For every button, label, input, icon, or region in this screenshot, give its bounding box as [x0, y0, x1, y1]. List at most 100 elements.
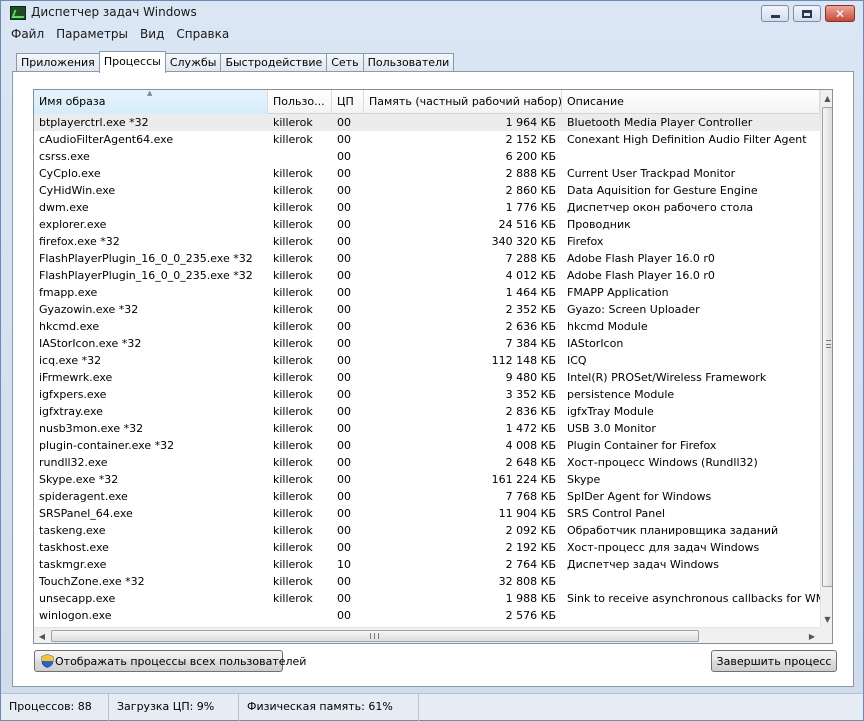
process-description	[562, 607, 820, 624]
table-row[interactable]: FlashPlayerPlugin_16_0_0_235.exe *32 kill…	[34, 267, 820, 284]
maximize-button[interactable]	[793, 5, 821, 22]
process-user: killerok	[273, 575, 313, 588]
process-image-name: FlashPlayerPlugin_16_0_0_235.exe *32	[39, 252, 253, 265]
table-row[interactable]: firefox.exe *32 killerok 00 340 320 КБ Firef…	[34, 233, 820, 250]
process-user: killerok	[273, 337, 313, 350]
process-description: SRS Control Panel	[567, 507, 666, 520]
process-image-name: explorer.exe	[39, 218, 107, 231]
process-cpu: 00	[337, 133, 351, 146]
tab-networking[interactable]: Сеть	[326, 53, 364, 72]
process-list[interactable]: ▲ Имя образа Пользо... ЦП Память (частны…	[33, 89, 833, 644]
show-all-users-button[interactable]: Отображать процессы всех пользователей	[34, 650, 306, 672]
process-image-name: cAudioFilterAgent64.exe	[39, 133, 174, 146]
column-memory[interactable]: Память (частный рабочий набор)	[364, 90, 562, 114]
process-user: killerok	[273, 541, 313, 554]
table-row[interactable]: plugin-container.exe *32 killerok 00 4 008 …	[34, 437, 820, 454]
process-cpu: 00	[337, 456, 351, 469]
table-row[interactable]: CyCpIo.exe killerok 00 2 888 КБ Current User…	[34, 165, 820, 182]
table-row[interactable]: Skype.exe *32 killerok 00 161 224 КБ Skype	[34, 471, 820, 488]
table-row[interactable]: rundll32.exe killerok 00 2 648 КБ Хост-проце…	[34, 454, 820, 471]
process-description: Intel(R) PROSet/Wireless Framework	[567, 371, 767, 384]
scroll-up-arrow-icon[interactable]: ▲	[821, 90, 832, 106]
process-memory: 2 648 КБ	[505, 456, 556, 469]
horizontal-scroll-thumb[interactable]	[51, 630, 699, 642]
process-description: Data Aquisition for Gesture Engine	[567, 184, 758, 197]
table-row[interactable]: winlogon.exe 00 2 576 КБ	[34, 607, 820, 624]
process-cpu: 00	[337, 201, 351, 214]
grip-icon	[826, 340, 831, 348]
tab-strip: Приложения Процессы Службы Быстродействи…	[16, 51, 455, 73]
process-cpu: 00	[337, 609, 351, 622]
tab-applications[interactable]: Приложения	[16, 53, 100, 72]
scroll-down-arrow-icon[interactable]: ▼	[821, 611, 832, 627]
table-row[interactable]: igfxtray.exe killerok 00 2 836 КБ igfxTray M…	[34, 403, 820, 420]
table-row[interactable]: taskeng.exe killerok 00 2 092 КБ Обработчик …	[34, 522, 820, 539]
column-image-name[interactable]: ▲ Имя образа	[34, 90, 268, 114]
scroll-left-arrow-icon[interactable]: ◀	[34, 628, 50, 643]
process-user: killerok	[273, 303, 313, 316]
tab-users[interactable]: Пользователи	[362, 53, 455, 72]
process-image-name: igfxtray.exe	[39, 405, 103, 418]
process-image-name: taskmgr.exe	[39, 558, 107, 571]
table-row[interactable]: icq.exe *32 killerok 00 112 148 КБ ICQ	[34, 352, 820, 369]
process-user: killerok	[273, 473, 313, 486]
process-image-name: rundll32.exe	[39, 456, 108, 469]
table-row[interactable]: explorer.exe killerok 00 24 516 КБ Проводник	[34, 216, 820, 233]
scroll-right-arrow-icon[interactable]: ▶	[804, 628, 820, 643]
table-row[interactable]: igfxpers.exe killerok 00 3 352 КБ persistenc…	[34, 386, 820, 403]
column-description[interactable]: Описание	[562, 90, 820, 114]
table-row[interactable]: iFrmewrk.exe killerok 00 9 480 КБ Intel(R) P…	[34, 369, 820, 386]
table-row[interactable]: taskmgr.exe killerok 10 2 764 КБ Диспетчер з…	[34, 556, 820, 573]
minimize-button[interactable]	[761, 5, 789, 22]
table-row[interactable]: spideragent.exe killerok 00 7 768 КБ SpIDer …	[34, 488, 820, 505]
menu-view[interactable]: Вид	[134, 26, 170, 44]
table-row[interactable]: btplayerctrl.exe *32 killerok 00 1 964 КБ Bl…	[34, 114, 820, 131]
process-description: Обработчик планировщика заданий	[567, 524, 779, 537]
tab-services[interactable]: Службы	[164, 53, 222, 72]
table-row[interactable]: taskhost.exe killerok 00 2 192 КБ Хост-проце…	[34, 539, 820, 556]
process-memory: 2 764 КБ	[505, 558, 556, 571]
column-user[interactable]: Пользо...	[268, 90, 332, 114]
horizontal-scrollbar[interactable]: ◀ ▶	[34, 627, 820, 643]
menu-help[interactable]: Справка	[170, 26, 235, 44]
table-row[interactable]: FlashPlayerPlugin_16_0_0_235.exe *32 kill…	[34, 250, 820, 267]
table-row[interactable]: fmapp.exe killerok 00 1 464 КБ FMAPP Applica…	[34, 284, 820, 301]
process-cpu: 00	[337, 184, 351, 197]
table-row[interactable]: hkcmd.exe killerok 00 2 636 КБ hkcmd Module	[34, 318, 820, 335]
vertical-scrollbar[interactable]: ▲ ▼	[820, 90, 832, 627]
process-cpu: 00	[337, 269, 351, 282]
table-row[interactable]: dwm.exe killerok 00 1 776 КБ Диспетчер окон …	[34, 199, 820, 216]
process-description: SpIDer Agent for Windows	[567, 490, 712, 503]
table-row[interactable]: cAudioFilterAgent64.exe killerok 00 2 152 К…	[34, 131, 820, 148]
process-user: killerok	[273, 592, 313, 605]
table-row[interactable]: IAStorIcon.exe *32 killerok 00 7 384 КБ IASt…	[34, 335, 820, 352]
column-image-name-label: Имя образа	[39, 95, 106, 108]
sort-ascending-icon: ▲	[147, 90, 153, 97]
table-row[interactable]: TouchZone.exe *32 killerok 00 32 808 КБ	[34, 573, 820, 590]
menu-options[interactable]: Параметры	[50, 26, 134, 44]
table-row[interactable]: csrss.exe 00 6 200 КБ	[34, 148, 820, 165]
process-description	[562, 573, 820, 590]
close-button[interactable]: ✕	[825, 5, 855, 22]
table-row[interactable]: CyHidWin.exe killerok 00 2 860 КБ Data Aquis…	[34, 182, 820, 199]
process-description: igfxTray Module	[567, 405, 654, 418]
tab-performance[interactable]: Быстродействие	[220, 53, 328, 72]
table-row[interactable]: unsecapp.exe killerok 00 1 988 КБ Sink to re…	[34, 590, 820, 607]
process-image-name: firefox.exe *32	[39, 235, 120, 248]
process-memory: 1 472 КБ	[505, 422, 556, 435]
title-bar[interactable]: Диспетчер задач Windows ✕	[1, 1, 863, 25]
process-cpu: 00	[337, 405, 351, 418]
vertical-scroll-thumb[interactable]	[822, 107, 832, 587]
end-process-button[interactable]: Завершить процесс	[711, 650, 837, 672]
process-memory: 24 516 КБ	[498, 218, 556, 231]
table-row[interactable]: nusb3mon.exe *32 killerok 00 1 472 КБ USB 3.…	[34, 420, 820, 437]
menu-file[interactable]: Файл	[5, 26, 50, 44]
process-memory: 2 860 КБ	[505, 184, 556, 197]
process-image-name: plugin-container.exe *32	[39, 439, 175, 452]
column-cpu[interactable]: ЦП	[332, 90, 364, 114]
process-description: Conexant High Definition Audio Filter Ag…	[567, 133, 807, 146]
process-description: Plugin Container for Firefox	[567, 439, 717, 452]
tab-processes[interactable]: Процессы	[98, 51, 166, 73]
table-row[interactable]: Gyazowin.exe *32 killerok 00 2 352 КБ Gyazo:…	[34, 301, 820, 318]
table-row[interactable]: SRSPanel_64.exe killerok 00 11 904 КБ SRS Co…	[34, 505, 820, 522]
